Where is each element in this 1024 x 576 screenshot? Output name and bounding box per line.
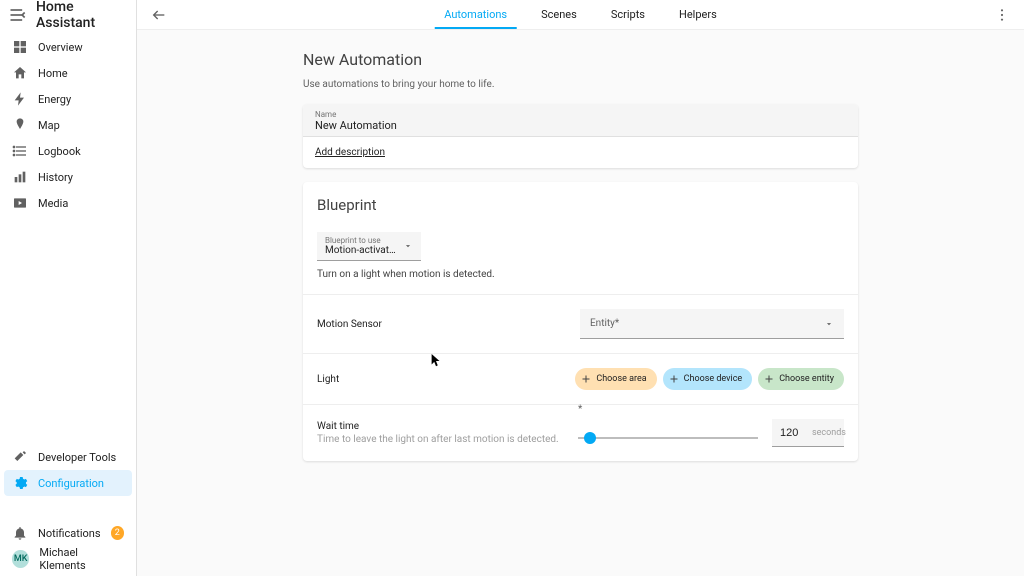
- back-button[interactable]: [145, 1, 173, 29]
- plus-icon: [763, 373, 775, 385]
- list-icon: [12, 143, 28, 159]
- avatar: MK: [12, 550, 29, 568]
- sidebar-item-label: Developer Tools: [38, 451, 116, 464]
- name-field-label: Name: [315, 110, 846, 119]
- wait-time-number-box: seconds: [772, 419, 844, 447]
- sidebar-item-label: History: [38, 171, 73, 184]
- sidebar-item-label: Home: [38, 67, 68, 80]
- page-title: New Automation: [303, 50, 858, 69]
- page-subtitle: Use automations to bring your home to li…: [303, 79, 858, 90]
- target-chips: Choose area Choose device Choose entity: [575, 368, 844, 390]
- wait-time-input[interactable]: [780, 427, 804, 439]
- choose-entity-chip[interactable]: Choose entity: [758, 368, 844, 390]
- dashboard-icon: [12, 39, 28, 55]
- tab-scripts[interactable]: Scripts: [611, 0, 645, 29]
- sidebar-header: Home Assistant: [0, 0, 136, 30]
- lightning-icon: [12, 91, 28, 107]
- sidebar-item-devtools[interactable]: Developer Tools: [4, 444, 132, 470]
- chart-icon: [12, 169, 28, 185]
- topbar: Automations Scenes Scripts Helpers: [137, 0, 1024, 30]
- blueprint-select-value: Motion-activated Light: [325, 245, 399, 256]
- plus-icon: [668, 373, 680, 385]
- sidebar-item-media[interactable]: Media: [4, 190, 132, 216]
- tab-helpers[interactable]: Helpers: [679, 0, 717, 29]
- name-card: Name New Automation Add description: [303, 104, 858, 168]
- chevron-down-icon: [403, 241, 413, 251]
- sidebar-item-label: Notifications: [38, 527, 101, 540]
- wait-time-row: Wait time Time to leave the light on aft…: [303, 404, 858, 461]
- sidebar-item-energy[interactable]: Energy: [4, 86, 132, 112]
- menu-toggle-icon[interactable]: [8, 5, 28, 25]
- sidebar-item-notifications[interactable]: Notifications 2: [4, 520, 132, 546]
- wait-time-sub: Time to leave the light on after last mo…: [317, 434, 578, 445]
- blueprint-select-label: Blueprint to use: [325, 236, 399, 245]
- overflow-menu-button[interactable]: [988, 1, 1016, 29]
- blueprint-heading: Blueprint: [317, 196, 844, 214]
- add-description-link[interactable]: Add description: [303, 137, 397, 168]
- sidebar: Home Assistant Overview Home Energy Map …: [0, 0, 137, 576]
- motion-sensor-label: Motion Sensor: [317, 319, 580, 330]
- home-icon: [12, 65, 28, 81]
- user-name: Michael Klements: [39, 546, 124, 572]
- blueprint-select[interactable]: Blueprint to use Motion-activated Light: [317, 232, 421, 261]
- sidebar-item-label: Map: [38, 119, 60, 132]
- bell-icon: [12, 525, 28, 541]
- gear-icon: [12, 475, 28, 491]
- map-icon: [12, 117, 28, 133]
- choose-device-chip[interactable]: Choose device: [663, 368, 753, 390]
- blueprint-card: Blueprint Blueprint to use Motion-activa…: [303, 182, 858, 461]
- light-row: Light Choose area Choose device: [303, 353, 858, 404]
- wait-time-label: Wait time: [317, 421, 578, 432]
- sidebar-item-label: Configuration: [38, 477, 104, 490]
- content: New Automation Use automations to bring …: [137, 30, 1024, 576]
- sidebar-item-logbook[interactable]: Logbook: [4, 138, 132, 164]
- sidebar-item-label: Energy: [38, 93, 71, 106]
- sidebar-item-configuration[interactable]: Configuration: [4, 470, 132, 496]
- wait-time-slider[interactable]: [578, 437, 758, 439]
- sidebar-item-map[interactable]: Map: [4, 112, 132, 138]
- name-field-value: New Automation: [315, 119, 846, 132]
- choose-area-chip[interactable]: Choose area: [575, 368, 656, 390]
- arrow-left-icon: [151, 7, 167, 23]
- tabs: Automations Scenes Scripts Helpers: [444, 0, 717, 29]
- entity-placeholder: Entity*: [590, 318, 619, 329]
- name-input[interactable]: Name New Automation: [303, 104, 858, 137]
- sidebar-item-home[interactable]: Home: [4, 60, 132, 86]
- hammer-icon: [12, 449, 28, 465]
- sidebar-item-user[interactable]: MK Michael Klements: [4, 546, 132, 572]
- app-title: Home Assistant: [36, 0, 128, 31]
- blueprint-description: Turn on a light when motion is detected.: [317, 269, 844, 280]
- tab-scenes[interactable]: Scenes: [541, 0, 577, 29]
- motion-entity-select[interactable]: Entity*: [580, 309, 844, 339]
- tab-automations[interactable]: Automations: [444, 0, 507, 29]
- sidebar-item-label: Media: [38, 197, 68, 210]
- sidebar-item-label: Logbook: [38, 145, 81, 158]
- wait-time-suffix: seconds: [812, 428, 846, 438]
- motion-sensor-row: Motion Sensor Entity*: [303, 294, 858, 353]
- light-label: Light: [317, 374, 575, 385]
- play-icon: [12, 195, 28, 211]
- sidebar-item-history[interactable]: History: [4, 164, 132, 190]
- dots-vertical-icon: [994, 7, 1010, 23]
- plus-icon: [580, 373, 592, 385]
- main: Automations Scenes Scripts Helpers New A…: [137, 0, 1024, 576]
- sidebar-item-overview[interactable]: Overview: [4, 34, 132, 60]
- sidebar-item-label: Overview: [38, 41, 83, 54]
- chevron-down-icon: [824, 319, 834, 329]
- notification-badge: 2: [111, 526, 124, 540]
